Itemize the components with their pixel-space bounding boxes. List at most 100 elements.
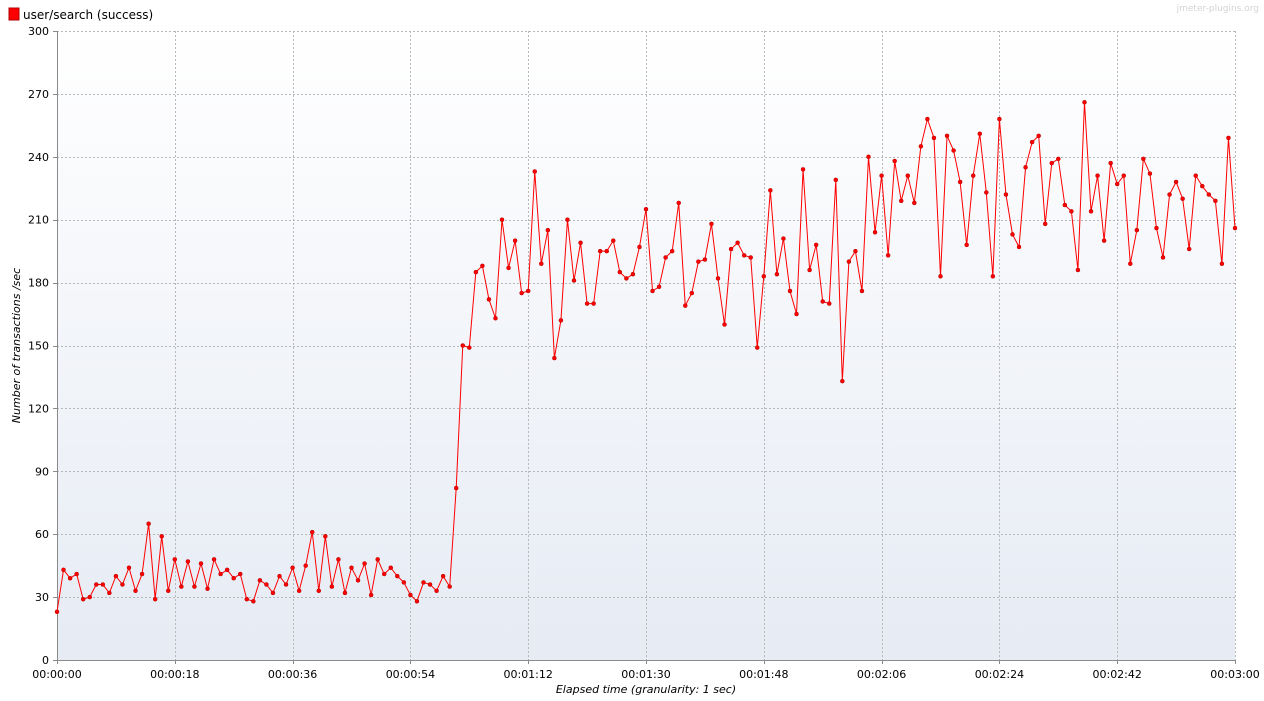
data-point	[107, 590, 112, 596]
data-point	[342, 590, 348, 596]
data-point	[565, 217, 570, 222]
y-tick-label: 120	[28, 402, 49, 415]
data-point	[401, 580, 407, 585]
data-point	[388, 565, 394, 570]
data-point	[172, 557, 178, 562]
data-point	[1010, 232, 1015, 237]
data-point	[368, 592, 374, 598]
data-point	[1062, 202, 1068, 208]
data-point	[264, 582, 269, 587]
data-point	[146, 521, 151, 526]
data-point	[905, 173, 911, 178]
data-point	[94, 582, 99, 587]
data-point	[323, 534, 328, 539]
data-point	[1186, 246, 1192, 252]
data-point	[1226, 135, 1231, 141]
data-point	[218, 571, 223, 577]
data-point	[1042, 221, 1048, 227]
data-point	[748, 255, 753, 260]
data-point	[826, 301, 832, 306]
data-point	[329, 584, 335, 589]
data-point	[480, 263, 485, 269]
x-tick-label: 00:01:30	[621, 668, 670, 681]
data-point	[1108, 160, 1113, 166]
x-tick-label: 00:02:06	[857, 668, 906, 681]
data-point	[892, 158, 897, 164]
data-point	[349, 565, 354, 570]
data-point	[1134, 227, 1140, 233]
data-point	[532, 169, 537, 174]
data-point	[696, 259, 701, 264]
data-point	[1206, 192, 1212, 197]
watermark: jmeter-plugins.org	[1176, 4, 1259, 14]
data-point	[663, 255, 668, 260]
data-point	[859, 288, 865, 294]
data-point	[1082, 100, 1087, 105]
data-point	[938, 274, 943, 279]
data-point	[1036, 133, 1041, 139]
data-point	[126, 565, 132, 570]
data-point	[179, 584, 184, 589]
data-point	[100, 582, 106, 587]
data-point	[198, 561, 204, 566]
data-point	[80, 596, 86, 602]
data-point	[395, 573, 400, 579]
data-point	[944, 133, 950, 139]
data-point	[807, 267, 812, 273]
data-point	[166, 588, 171, 594]
data-point	[211, 557, 217, 562]
data-point	[683, 303, 688, 308]
data-point	[643, 206, 649, 212]
data-point	[434, 588, 439, 594]
data-point	[925, 116, 930, 122]
data-point	[964, 242, 969, 248]
data-point	[512, 238, 518, 243]
data-point	[584, 301, 590, 306]
data-point	[931, 135, 937, 141]
data-point	[571, 278, 577, 283]
data-point	[1200, 183, 1205, 189]
x-tick-label: 00:00:54	[386, 668, 435, 681]
data-point	[1193, 173, 1198, 178]
data-point	[866, 154, 871, 160]
data-point	[709, 221, 714, 227]
data-point	[722, 322, 727, 327]
data-point	[820, 299, 825, 304]
data-point	[290, 565, 295, 570]
data-point	[702, 257, 708, 262]
data-point	[421, 580, 426, 585]
data-point	[159, 534, 164, 539]
data-point	[61, 567, 66, 573]
legend-label: user/search (success)	[23, 8, 153, 22]
x-tick-label: 00:01:12	[503, 668, 552, 681]
data-point	[1095, 173, 1100, 178]
data-point	[768, 188, 773, 193]
data-point	[74, 571, 79, 577]
data-point	[447, 584, 452, 589]
data-point	[715, 276, 721, 281]
data-point	[1075, 267, 1081, 273]
y-tick-label: 0	[42, 654, 49, 667]
data-point	[414, 599, 420, 604]
data-point	[113, 573, 119, 579]
data-point	[990, 274, 996, 279]
y-tick-label: 240	[28, 151, 49, 164]
data-point	[460, 343, 466, 348]
data-point	[336, 557, 341, 562]
data-point	[133, 588, 138, 594]
data-point	[970, 173, 976, 178]
data-point	[617, 269, 623, 275]
data-point	[728, 246, 734, 252]
data-point	[552, 355, 557, 361]
data-point	[381, 571, 387, 577]
y-tick-label: 90	[35, 465, 49, 478]
data-point	[918, 144, 924, 149]
data-point	[192, 584, 197, 589]
data-point	[591, 301, 596, 306]
data-point	[656, 284, 662, 290]
data-point	[303, 563, 308, 568]
data-point	[604, 248, 609, 254]
data-point	[1049, 160, 1055, 166]
data-point	[898, 198, 904, 204]
data-point	[486, 297, 492, 302]
